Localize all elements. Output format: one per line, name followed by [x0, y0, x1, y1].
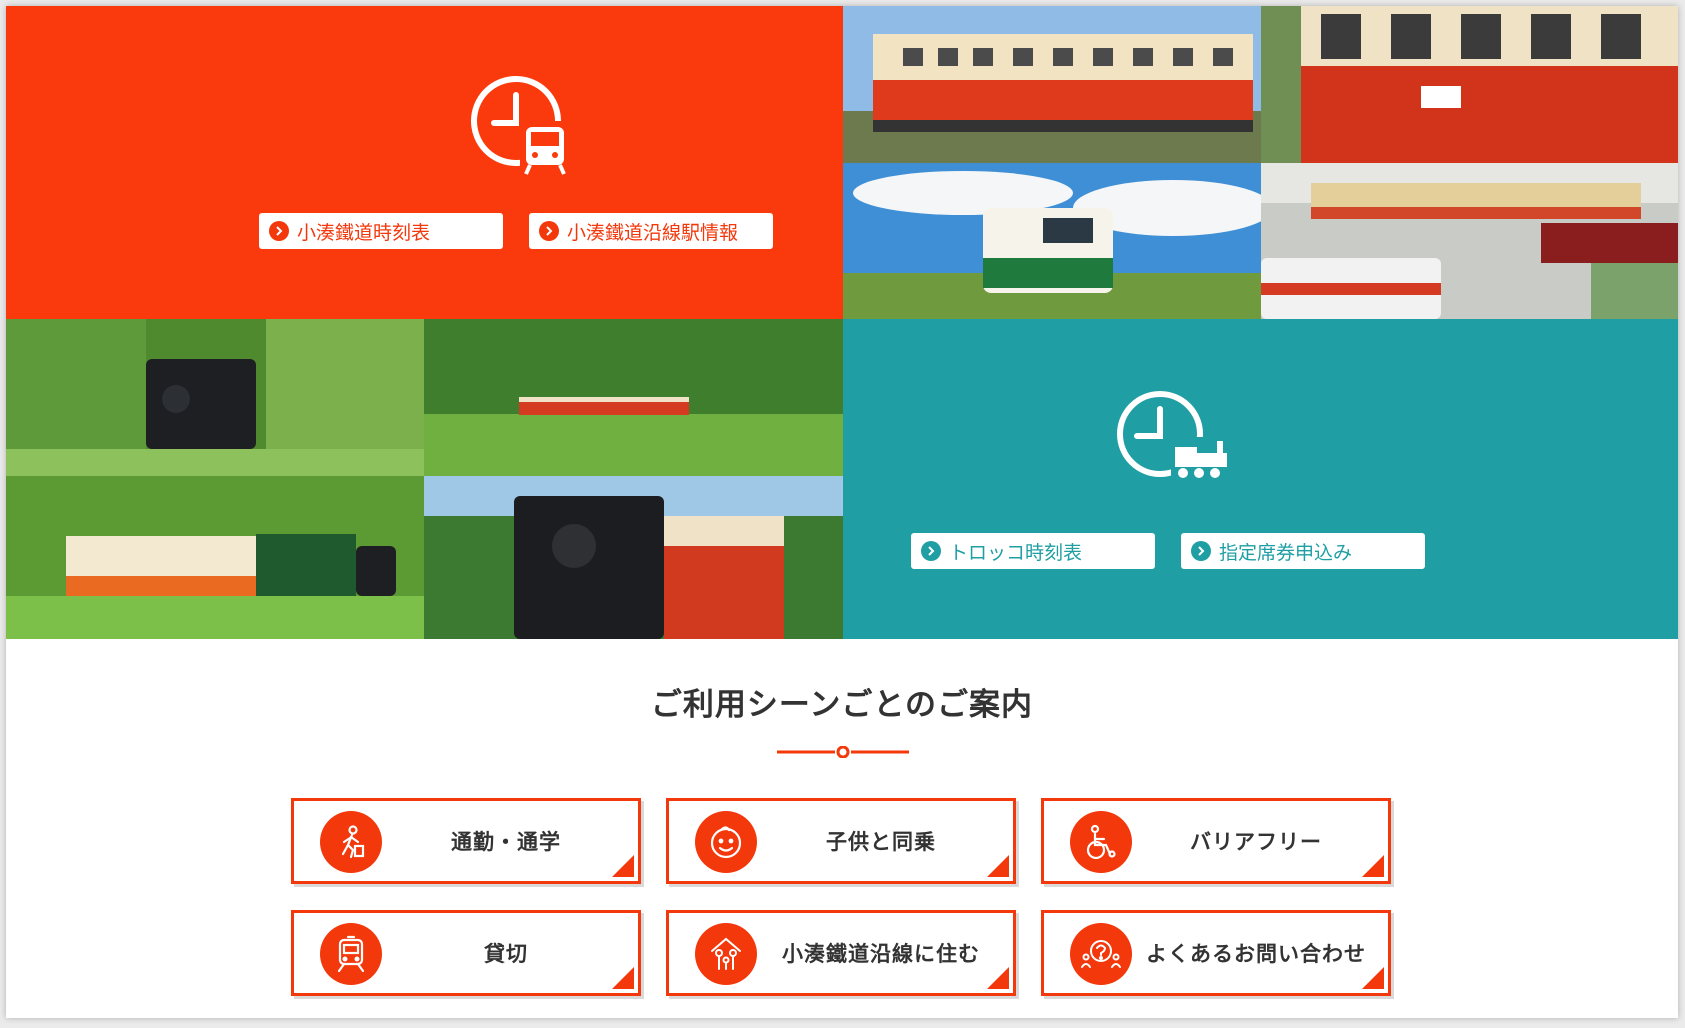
title-divider [777, 746, 909, 758]
button-label: 小湊鐵道沿線駅情報 [567, 221, 739, 244]
button-label: トロッコ時刻表 [949, 541, 1083, 564]
scene-card-charter[interactable]: 貸切 [291, 910, 641, 996]
corner-arrow-icon [1362, 855, 1384, 877]
card-label: よくあるお問い合わせ [1146, 942, 1366, 966]
photo-green-railcar [843, 163, 1261, 319]
button-label: 指定席券申込み [1219, 541, 1353, 564]
corner-arrow-icon [612, 855, 634, 877]
clock-train-icon [471, 76, 570, 177]
scene-card-child[interactable]: 子供と同乗 [666, 798, 1016, 884]
scene-card-commute[interactable]: 通勤・通学 [291, 798, 641, 884]
question-people-icon [1070, 923, 1132, 985]
card-label: 通勤・通学 [451, 830, 561, 854]
button-label: 小湊鐵道時刻表 [297, 221, 431, 244]
clock-steam-train-icon [1117, 391, 1233, 483]
chevron-right-icon [539, 221, 559, 241]
photo-steam-locomotive-forest [6, 319, 424, 476]
station-info-button[interactable]: 小湊鐵道沿線駅情報 [529, 213, 773, 249]
corner-arrow-icon [987, 967, 1009, 989]
reserved-seat-button[interactable]: 指定席券申込み [1181, 533, 1425, 569]
photo-red-railcar [843, 6, 1261, 163]
scene-card-barrier-free[interactable]: バリアフリー [1041, 798, 1391, 884]
timetable-button[interactable]: 小湊鐵道時刻表 [259, 213, 503, 249]
photo-train-countryside [424, 319, 843, 476]
scene-card-living[interactable]: 小湊鐵道沿線に住む [666, 910, 1016, 996]
family-icon [695, 923, 757, 985]
card-label: 子供と同乗 [826, 830, 936, 854]
chevron-right-icon [1191, 541, 1211, 561]
trolley-panel: トロッコ時刻表 指定席券申込み [843, 319, 1678, 639]
corner-arrow-icon [612, 967, 634, 989]
photo-railcar-closeup [1261, 6, 1678, 163]
trolley-timetable-button[interactable]: トロッコ時刻表 [911, 533, 1155, 569]
corner-arrow-icon [987, 855, 1009, 877]
chevron-right-icon [269, 221, 289, 241]
section-title: ご利用シーンごとのご案内 [650, 687, 1034, 723]
commuter-icon [320, 811, 382, 873]
train-front-icon [320, 923, 382, 985]
photo-trolley-train [6, 476, 424, 639]
photo-steam-locomotive-front [424, 476, 843, 639]
wheelchair-icon [1070, 811, 1132, 873]
timetable-panel: 小湊鐵道時刻表 小湊鐵道沿線駅情報 [6, 6, 843, 319]
card-label: 貸切 [484, 942, 528, 966]
photo-station-bus [1261, 163, 1678, 319]
scene-card-faq[interactable]: よくあるお問い合わせ [1041, 910, 1391, 996]
card-label: 小湊鐵道沿線に住む [782, 942, 980, 966]
page-frame: 小湊鐵道時刻表 小湊鐵道沿線駅情報 トロッコ時刻表 指定席券申込み ご利用シーン… [6, 6, 1678, 1018]
corner-arrow-icon [1362, 967, 1384, 989]
child-face-icon [695, 811, 757, 873]
card-label: バリアフリー [1190, 830, 1322, 854]
chevron-right-icon [921, 541, 941, 561]
